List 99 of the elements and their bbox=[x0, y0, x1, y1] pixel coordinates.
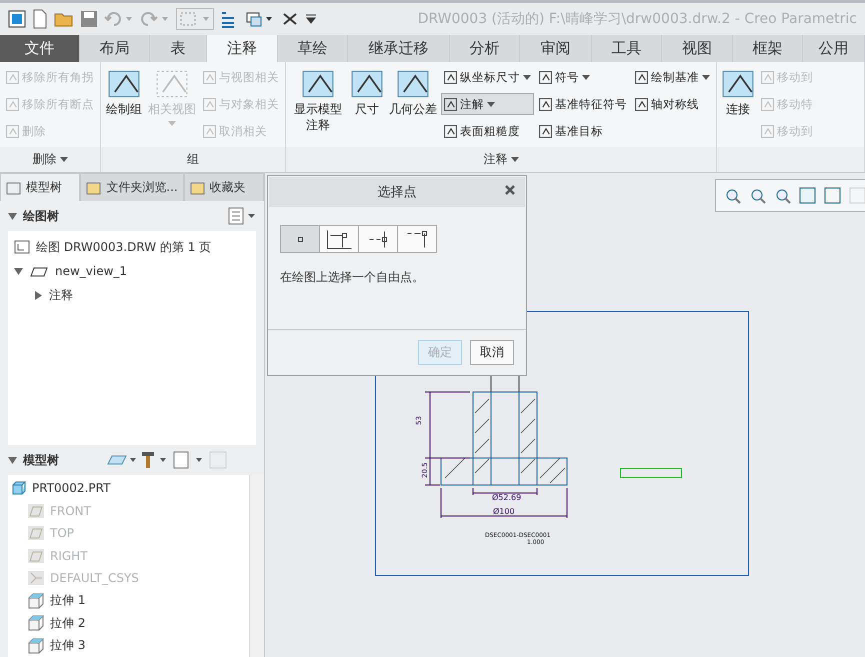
sheet-icon bbox=[14, 240, 30, 254]
plane-icon bbox=[28, 504, 44, 518]
tool-icon bbox=[397, 69, 429, 99]
expand-toggle-icon[interactable] bbox=[14, 266, 23, 276]
navigator-tab[interactable]: 文件夹浏览... bbox=[80, 173, 184, 201]
customize-caret-icon[interactable] bbox=[304, 12, 318, 26]
tool-icon bbox=[761, 124, 774, 138]
point-mode-icon bbox=[406, 230, 428, 248]
ribbon-tool-button[interactable]: 纵坐标尺寸 bbox=[441, 66, 534, 88]
dialog-title: 选择点 bbox=[378, 184, 416, 201]
tool-icon bbox=[722, 69, 754, 99]
favorites-folder-icon bbox=[190, 180, 206, 194]
tool-icon bbox=[351, 69, 383, 99]
tool-icon bbox=[761, 70, 774, 84]
caret-icon bbox=[487, 102, 495, 106]
expand-toggle-icon[interactable] bbox=[8, 212, 17, 220]
coordinate-system-icon bbox=[28, 571, 44, 586]
tool-icon bbox=[6, 98, 19, 110]
ribbon-tool-button[interactable]: 轴对称线 bbox=[632, 93, 713, 115]
expand-toggle-icon[interactable] bbox=[8, 456, 17, 464]
settings-list-icon[interactable] bbox=[228, 207, 256, 225]
tool-icon bbox=[539, 98, 552, 110]
point-mode-button[interactable] bbox=[319, 225, 359, 253]
tree-item[interactable]: 拉伸 1 bbox=[8, 590, 249, 612]
tool-icon bbox=[6, 70, 19, 84]
expand-toggle-icon[interactable] bbox=[34, 290, 43, 300]
instruction-text: 在绘图上选择一个自由点。 bbox=[280, 269, 425, 286]
tool-icon bbox=[444, 98, 457, 110]
ribbon-tool-button[interactable]: 表面粗糙度 bbox=[441, 120, 534, 142]
point-mode-icon bbox=[298, 236, 302, 242]
caret-icon bbox=[510, 157, 518, 162]
ribbon-tool-button[interactable]: 注解 bbox=[441, 93, 534, 115]
group-label: 组 bbox=[101, 147, 285, 172]
plane-icon bbox=[28, 548, 44, 563]
point-mode-button[interactable] bbox=[397, 225, 437, 253]
point-mode-icon bbox=[326, 230, 352, 248]
ribbon-tool-button[interactable]: 显示模型注释 bbox=[289, 66, 347, 144]
caret-icon bbox=[702, 74, 710, 80]
zoom-fit-icon[interactable] bbox=[724, 186, 741, 204]
tool-icon bbox=[444, 124, 457, 138]
tree-icon bbox=[6, 180, 22, 194]
tool-icon bbox=[203, 98, 216, 110]
panel-title: 绘图树 bbox=[23, 208, 59, 224]
close-window-icon[interactable] bbox=[282, 12, 298, 26]
caret-icon bbox=[168, 120, 176, 126]
window-title: DRW0003 (活动的) F:\晴峰学习\drw0003.drw.2 - Creo Parametric bbox=[418, 10, 857, 28]
tree-item[interactable]: 拉伸 2 bbox=[8, 612, 249, 634]
tree-item[interactable]: 注释 bbox=[8, 283, 256, 307]
zoom-in-icon[interactable] bbox=[749, 186, 766, 204]
app-icon[interactable] bbox=[8, 10, 26, 28]
dimension-label: Ø100 bbox=[493, 507, 515, 516]
tool-icon bbox=[156, 69, 188, 99]
plane-icon bbox=[28, 526, 44, 540]
tool-icon bbox=[203, 70, 216, 84]
new-file-icon[interactable] bbox=[32, 9, 48, 29]
tool-icon bbox=[302, 69, 334, 99]
point-mode-icon bbox=[369, 230, 387, 248]
tool-icon bbox=[635, 98, 648, 110]
tree-item[interactable]: PRT0002.PRT bbox=[8, 477, 249, 500]
point-mode-button[interactable] bbox=[358, 225, 398, 253]
ribbon-tool-button[interactable]: 符号 bbox=[536, 66, 630, 88]
tree-item[interactable]: 拉伸 3 bbox=[8, 634, 249, 657]
extrude-icon bbox=[28, 615, 44, 632]
save-icon[interactable] bbox=[80, 10, 98, 28]
dialog-button[interactable]: 取消 bbox=[470, 340, 514, 365]
caret-icon bbox=[60, 157, 68, 162]
ribbon-tool-button[interactable]: 绘制组 bbox=[104, 66, 144, 144]
panel-title: 模型树 bbox=[23, 452, 59, 468]
group-label[interactable]: 删除 bbox=[0, 147, 100, 172]
tool-icon bbox=[761, 98, 774, 110]
tool-icon bbox=[539, 70, 552, 84]
tool-icon bbox=[108, 69, 140, 99]
ribbon-tool-button[interactable]: 连接 bbox=[720, 66, 756, 144]
ribbon-tab[interactable]: 注释 bbox=[207, 35, 278, 62]
scroll-bar[interactable] bbox=[249, 475, 264, 657]
caret-icon bbox=[523, 74, 531, 80]
tool-icon bbox=[203, 124, 216, 138]
tool-icon bbox=[6, 124, 19, 138]
navigator-tab[interactable]: 模型树 bbox=[0, 173, 80, 201]
tree-item[interactable]: new_view_1 bbox=[8, 259, 256, 283]
selection-highlight-box bbox=[620, 468, 682, 478]
dimension-label: Ø52.69 bbox=[492, 493, 522, 502]
caret-icon bbox=[582, 74, 590, 80]
ribbon-tool-button[interactable]: 尺寸 bbox=[349, 66, 385, 144]
ribbon-tool-button[interactable]: 几何公差 bbox=[387, 66, 439, 144]
tool-icon bbox=[635, 70, 648, 84]
ribbon-tool-button[interactable]: 绘制基准 bbox=[632, 66, 713, 88]
tree-item[interactable]: 绘图 DRW0003.DRW 的第 1 页 bbox=[8, 235, 256, 259]
ribbon-tab[interactable]: 文件 bbox=[0, 35, 80, 62]
extrude-icon bbox=[28, 592, 44, 609]
ribbon-tool-button[interactable]: 基准目标 bbox=[536, 120, 630, 142]
group-label[interactable]: 注释 bbox=[286, 147, 716, 172]
tool-icon bbox=[539, 124, 552, 138]
folders-icon bbox=[86, 180, 102, 194]
tool-icon bbox=[444, 70, 457, 84]
navigator-tab[interactable]: 收藏夹 bbox=[184, 173, 264, 201]
ribbon-tool-button[interactable]: 基准特征符号 bbox=[536, 93, 630, 115]
extrude-icon bbox=[28, 638, 44, 654]
zoom-out-icon[interactable] bbox=[774, 186, 791, 204]
